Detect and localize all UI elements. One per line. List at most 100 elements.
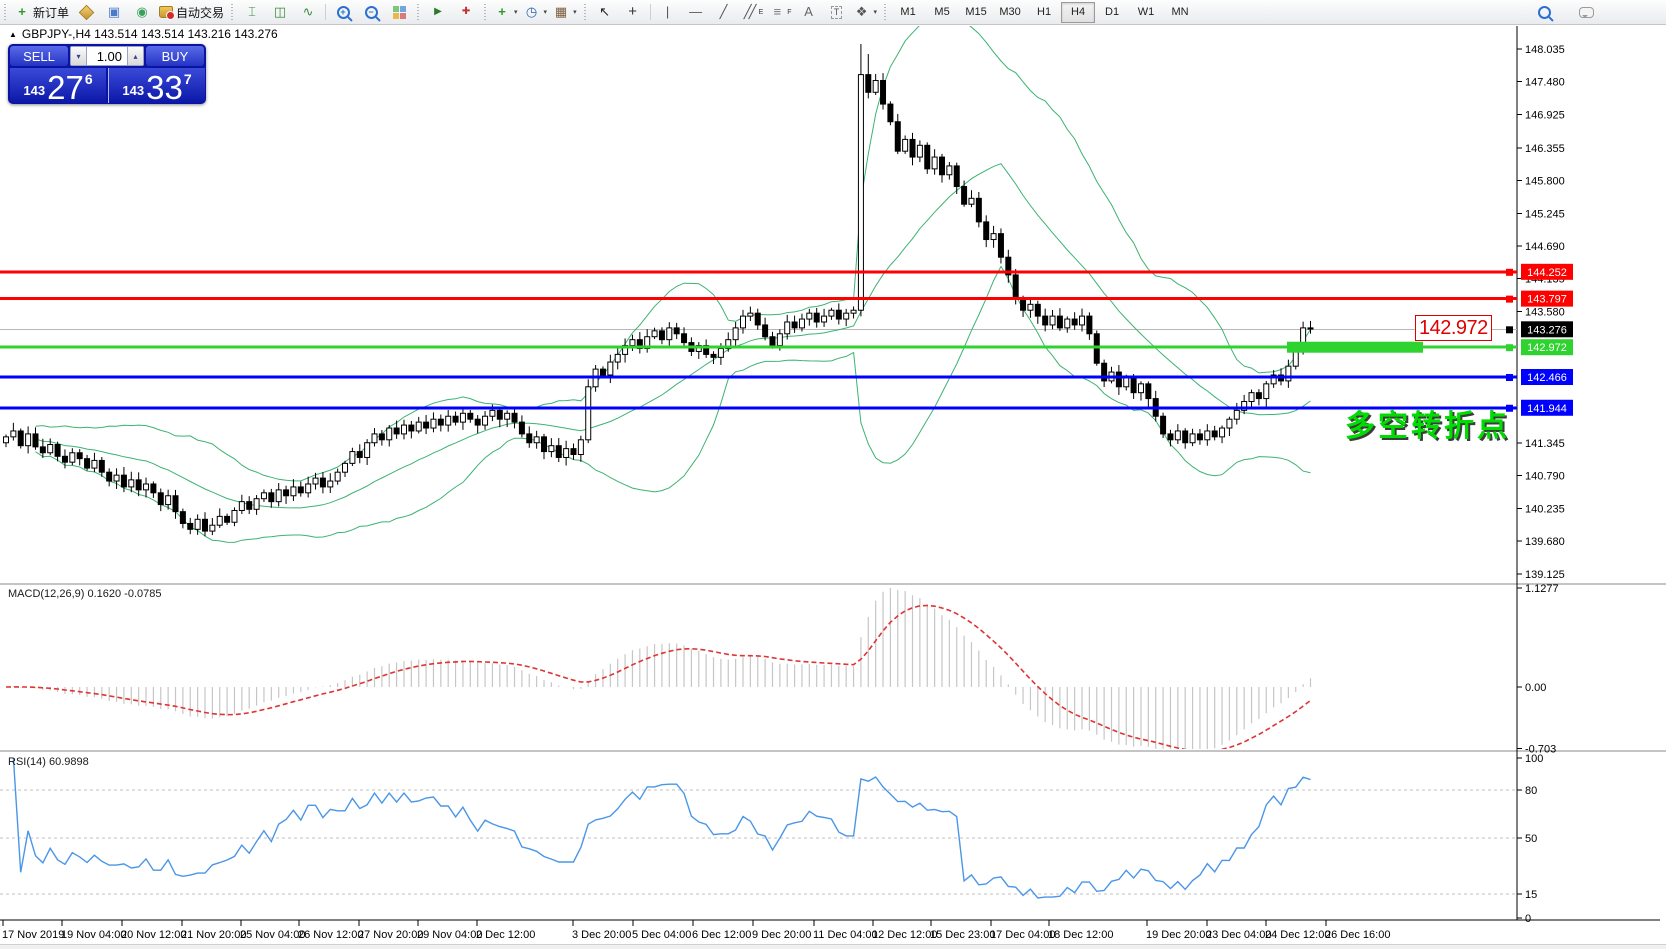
- svg-text:0: 0: [1525, 913, 1531, 925]
- search-button[interactable]: [1530, 2, 1558, 22]
- zoom-in-button[interactable]: +: [329, 2, 357, 22]
- clock-icon: ◷: [524, 4, 540, 20]
- navigator-button[interactable]: ◉: [128, 2, 156, 22]
- svg-text:3 Dec 20:00: 3 Dec 20:00: [572, 929, 631, 941]
- timeframe-m1[interactable]: M1: [891, 2, 925, 23]
- chart-canvas[interactable]: 148.035147.480146.925146.355145.800145.2…: [0, 0, 1666, 949]
- text-button[interactable]: A: [795, 2, 823, 22]
- fibonacci-button[interactable]: ≡ F: [766, 2, 794, 22]
- horizontal-line-icon: —: [688, 4, 704, 20]
- sell-price-sup: 6: [85, 71, 93, 87]
- svg-text:19 Dec 20:00: 19 Dec 20:00: [1146, 929, 1211, 941]
- data-window-button[interactable]: ▣: [100, 2, 128, 22]
- new-chart-button[interactable]: + ▾: [491, 2, 521, 22]
- arrows-icon: ❖: [854, 4, 870, 20]
- tile-windows-button[interactable]: [385, 2, 413, 22]
- auto-scroll-button[interactable]: ▶: [424, 2, 452, 22]
- dropdown-arrow-icon: ▾: [874, 8, 878, 16]
- sell-button[interactable]: SELL: [10, 46, 68, 66]
- svg-text:80: 80: [1525, 785, 1537, 797]
- sell-price-button[interactable]: 143 27 6: [10, 68, 106, 103]
- svg-text:142.466: 142.466: [1527, 372, 1567, 384]
- chart-title-text: GBPJPY-,H4 143.514 143.514 143.216 143.2…: [22, 27, 278, 41]
- chat-button[interactable]: [1572, 2, 1600, 22]
- timeframe-m5[interactable]: M5: [925, 2, 959, 23]
- sell-price-prefix: 143: [23, 83, 45, 98]
- one-click-trading-panel: SELL ▾ 1.00 ▴ BUY 143 27 6 143 33 7: [8, 44, 206, 104]
- buy-price-button[interactable]: 143 33 7: [108, 68, 205, 103]
- main-toolbar: + 新订单 ▣ ◉ 自动交易 ⌶ ◫ ∿ + − ▶ ✚ + ▾ ◷ ▾ ▦: [0, 0, 1666, 25]
- search-icon: [1538, 6, 1551, 19]
- arrows-button[interactable]: ❖ ▾: [851, 2, 881, 22]
- dropdown-arrow-icon: ▾: [573, 8, 577, 16]
- bar-chart-button[interactable]: ⌶: [238, 2, 266, 22]
- svg-text:19 Nov 04:00: 19 Nov 04:00: [61, 929, 126, 941]
- svg-text:27 Nov 20:00: 27 Nov 20:00: [358, 929, 423, 941]
- svg-text:9 Dec 20:00: 9 Dec 20:00: [752, 929, 811, 941]
- svg-text:11 Dec 04:00: 11 Dec 04:00: [813, 929, 878, 941]
- svg-text:139.680: 139.680: [1525, 536, 1565, 548]
- tile-windows-icon: [393, 6, 406, 19]
- toolbar-separator: [325, 4, 326, 20]
- new-order-button[interactable]: + 新订单: [11, 2, 72, 22]
- timeframe-d1[interactable]: D1: [1095, 2, 1129, 23]
- svg-text:143.580: 143.580: [1525, 306, 1565, 318]
- cursor-button[interactable]: ↖: [591, 2, 619, 22]
- templates-button[interactable]: ▦ ▾: [550, 2, 580, 22]
- collapse-triangle-icon: ▲: [9, 30, 17, 39]
- bar-chart-icon: ⌶: [244, 4, 260, 20]
- dropdown-arrow-icon: ▾: [514, 8, 518, 16]
- timeframe-h4[interactable]: H4: [1061, 2, 1095, 23]
- autotrading-button[interactable]: 自动交易: [156, 2, 227, 22]
- timeframe-h1[interactable]: H1: [1027, 2, 1061, 23]
- template-icon: ▦: [553, 4, 569, 20]
- candlestick-button[interactable]: ◫: [266, 2, 294, 22]
- buy-price-prefix: 143: [122, 83, 144, 98]
- navigator-icon: ◉: [134, 4, 150, 20]
- toolbar-grip: [2, 4, 9, 20]
- timeframe-m30[interactable]: M30: [993, 2, 1027, 23]
- line-chart-button[interactable]: ∿: [294, 2, 322, 22]
- svg-text:26 Nov 12:00: 26 Nov 12:00: [298, 929, 363, 941]
- volume-decrease-button[interactable]: ▾: [70, 46, 87, 66]
- chart-shift-button[interactable]: ✚: [452, 2, 480, 22]
- cursor-icon: ↖: [597, 4, 613, 20]
- crosshair-button[interactable]: +: [619, 2, 647, 22]
- window-bottom-edge: [0, 944, 1666, 949]
- timeframe-w1[interactable]: W1: [1129, 2, 1163, 23]
- new-order-label: 新订单: [33, 4, 69, 21]
- new-order-icon: +: [14, 4, 30, 20]
- svg-text:143.797: 143.797: [1527, 294, 1567, 306]
- horizontal-line-button[interactable]: —: [682, 2, 710, 22]
- zoom-out-icon: −: [365, 6, 378, 19]
- svg-text:144.690: 144.690: [1525, 241, 1565, 253]
- market-watch-button[interactable]: [72, 2, 100, 22]
- dropdown-arrow-icon: ▾: [544, 8, 548, 16]
- toolbar-grip: [482, 4, 489, 20]
- vertical-line-button[interactable]: |: [654, 2, 682, 22]
- text-icon: A: [801, 4, 817, 20]
- text-label-button[interactable]: T: [823, 2, 851, 22]
- timeframe-m15[interactable]: M15: [959, 2, 993, 23]
- svg-text:26 Dec 16:00: 26 Dec 16:00: [1325, 929, 1390, 941]
- zoom-out-button[interactable]: −: [357, 2, 385, 22]
- trendline-button[interactable]: ╱: [710, 2, 738, 22]
- svg-text:17 Dec 04:00: 17 Dec 04:00: [990, 929, 1055, 941]
- chat-icon: [1579, 7, 1594, 18]
- buy-button[interactable]: BUY: [146, 46, 204, 66]
- timeframe-mn[interactable]: MN: [1163, 2, 1197, 23]
- svg-text:2 Dec 12:00: 2 Dec 12:00: [476, 929, 535, 941]
- periods-button[interactable]: ◷ ▾: [521, 2, 551, 22]
- svg-text:146.355: 146.355: [1525, 143, 1565, 155]
- data-window-icon: ▣: [106, 4, 122, 20]
- channel-button[interactable]: ╱╱ E: [738, 2, 767, 22]
- channel-icon: ╱╱: [741, 4, 757, 20]
- volume-increase-button[interactable]: ▴: [127, 46, 144, 66]
- trendline-icon: ╱: [716, 4, 732, 20]
- volume-input[interactable]: 1.00: [87, 46, 127, 66]
- svg-text:15 Dec 23:00: 15 Dec 23:00: [930, 929, 995, 941]
- svg-text:21 Nov 20:00: 21 Nov 20:00: [181, 929, 246, 941]
- svg-text:140.235: 140.235: [1525, 503, 1565, 515]
- sell-price-main: 27: [47, 73, 84, 102]
- channel-sub-label: E: [759, 9, 764, 16]
